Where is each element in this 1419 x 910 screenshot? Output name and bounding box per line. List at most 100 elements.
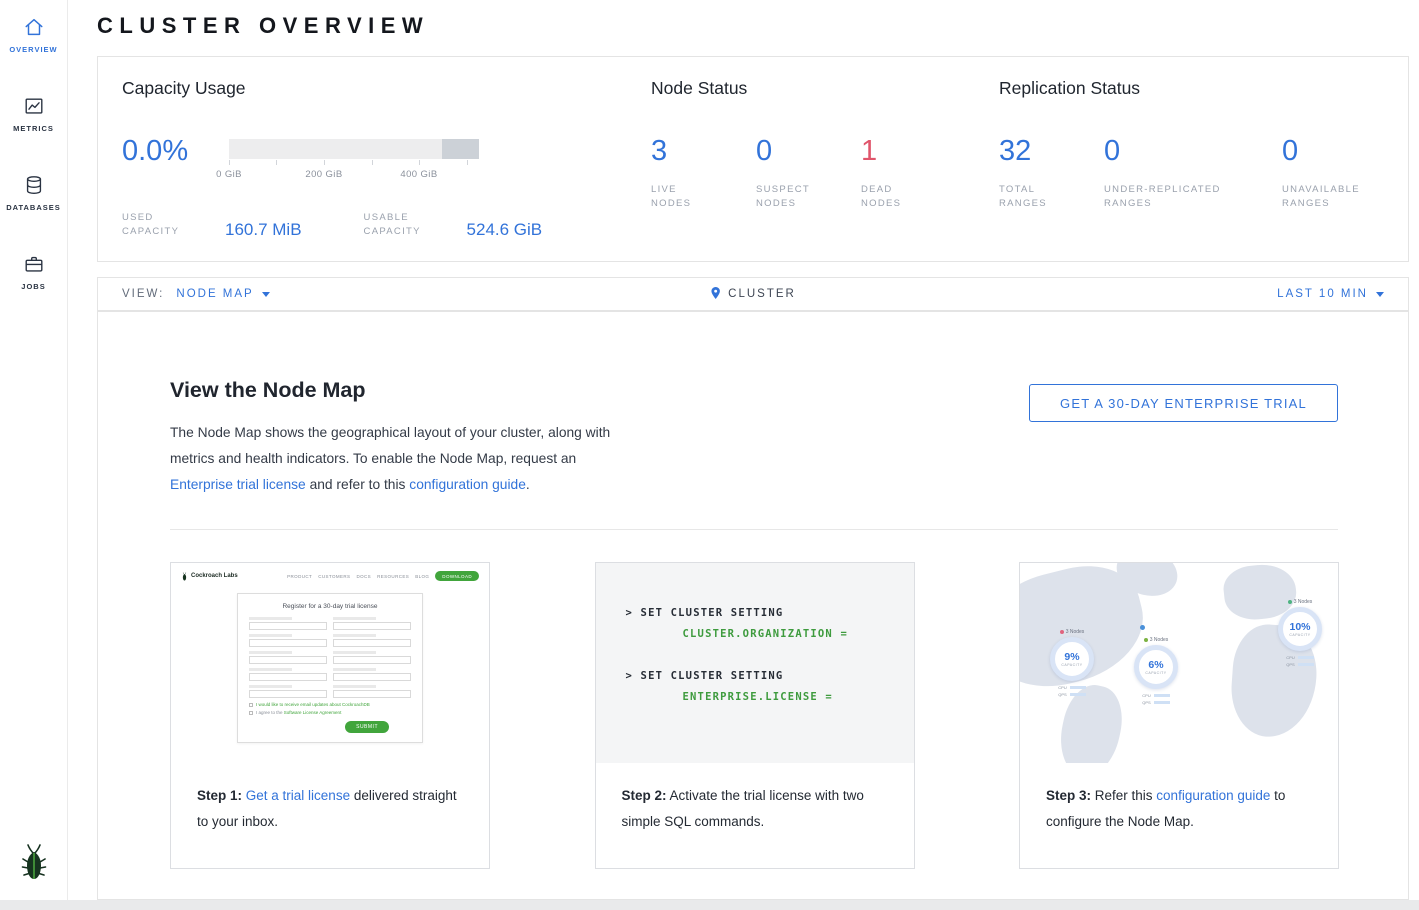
capacity-bar-segment bbox=[442, 139, 479, 159]
sidebar-item-metrics[interactable]: METRICS bbox=[0, 95, 67, 133]
step-label: Step 2: bbox=[622, 788, 667, 803]
description-text: The Node Map shows the geographical layo… bbox=[170, 425, 610, 466]
node-status-section: Node Status 3 LIVE NODES 0 SUSPECT NODES… bbox=[651, 78, 966, 211]
page-bottom-strip bbox=[0, 900, 1419, 910]
description-text: . bbox=[526, 477, 530, 492]
step-label: Step 3: bbox=[1046, 788, 1091, 803]
view-bar: VIEW: NODE MAP CLUSTER LAST 10 MIN bbox=[97, 277, 1409, 311]
unavailable-ranges-stat: 0 UNAVAILABLE RANGES bbox=[1282, 136, 1412, 211]
used-capacity-value: 160.7 MiB bbox=[225, 220, 302, 240]
database-icon bbox=[23, 174, 45, 196]
code-line: CLUSTER.ORGANIZATION = bbox=[683, 628, 914, 640]
node-status-title: Node Status bbox=[651, 78, 966, 99]
capacity-gauge: 10% CAPACITY bbox=[1278, 607, 1322, 651]
suspect-nodes-stat: 0 SUSPECT NODES bbox=[756, 136, 861, 211]
briefcase-icon bbox=[23, 253, 45, 275]
under-replicated-ranges-value: 0 bbox=[1104, 136, 1282, 166]
chevron-down-icon bbox=[262, 292, 270, 297]
mock-agreement-text: I agree to the Software License Agreemen… bbox=[256, 710, 341, 715]
capacity-usage-title: Capacity Usage bbox=[122, 78, 542, 99]
locality-badge: 3 Nodes 6% CAPACITY CPU QPS bbox=[1128, 637, 1184, 706]
view-selector-value: NODE MAP bbox=[176, 288, 253, 300]
replication-status-title: Replication Status bbox=[999, 78, 1412, 99]
step-3-card: 3 Nodes 9% CAPACITY CPU QPS 3 Nodes bbox=[1019, 562, 1339, 869]
enterprise-trial-button[interactable]: GET A 30-DAY ENTERPRISE TRIAL bbox=[1029, 384, 1338, 422]
mock-site-nav: PRODUCTCUSTOMERSDOCSRESOURCESBLOG DOWNLO… bbox=[287, 571, 479, 581]
configuration-guide-link[interactable]: configuration guide bbox=[409, 477, 526, 492]
step-2-caption: Step 2: Activate the trial license with … bbox=[596, 763, 914, 855]
time-range-value: LAST 10 MIN bbox=[1277, 288, 1368, 300]
code-line: > SET CLUSTER SETTING bbox=[626, 607, 914, 619]
home-icon bbox=[23, 16, 45, 38]
sidebar-item-label: OVERVIEW bbox=[9, 45, 57, 54]
dead-nodes-value: 1 bbox=[861, 136, 966, 166]
step-1-card: Cockroach Labs PRODUCTCUSTOMERSDOCSRESOU… bbox=[170, 562, 490, 869]
under-replicated-ranges-stat: 0 UNDER-REPLICATED RANGES bbox=[1104, 136, 1282, 211]
mock-submit-button: SUBMIT bbox=[345, 721, 389, 733]
description-text: and refer to this bbox=[310, 477, 406, 492]
page-title: CLUSTER OVERVIEW bbox=[97, 13, 429, 39]
usable-capacity-value: 524.6 GiB bbox=[467, 220, 543, 240]
chart-icon bbox=[23, 95, 45, 117]
time-range-selector[interactable]: LAST 10 MIN bbox=[1277, 288, 1384, 300]
setup-steps: Cockroach Labs PRODUCTCUSTOMERSDOCSRESOU… bbox=[170, 562, 1339, 869]
sidebar-item-jobs[interactable]: JOBS bbox=[0, 253, 67, 291]
sidebar-item-databases[interactable]: DATABASES bbox=[0, 174, 67, 212]
locality-breadcrumb[interactable]: CLUSTER bbox=[710, 286, 796, 303]
axis-tick-label: 200 GiB bbox=[305, 169, 342, 180]
configuration-guide-link[interactable]: configuration guide bbox=[1156, 788, 1270, 803]
sidebar-item-overview[interactable]: OVERVIEW bbox=[0, 16, 67, 54]
capacity-usage-section: Capacity Usage 0.0% 0 GiB 200 GiB 400 Gi… bbox=[122, 78, 542, 239]
usable-capacity-label: USABLE CAPACITY bbox=[364, 211, 449, 239]
mock-download-pill: DOWNLOAD bbox=[435, 571, 479, 581]
axis-tick-label: 400 GiB bbox=[400, 169, 437, 180]
get-trial-license-link[interactable]: Get a trial license bbox=[246, 788, 350, 803]
step-2-card: > SET CLUSTER SETTING CLUSTER.ORGANIZATI… bbox=[595, 562, 915, 869]
enterprise-trial-license-link[interactable]: Enterprise trial license bbox=[170, 477, 306, 492]
step-1-caption: Step 1: Get a trial license delivered st… bbox=[171, 763, 489, 855]
cluster-summary-card: Capacity Usage 0.0% 0 GiB 200 GiB 400 Gi… bbox=[97, 56, 1409, 262]
chevron-down-icon bbox=[1376, 292, 1384, 297]
code-line: ENTERPRISE.LICENSE = bbox=[683, 691, 914, 703]
dead-nodes-label: DEAD NODES bbox=[861, 183, 917, 211]
sidebar-item-label: JOBS bbox=[21, 282, 45, 291]
divider bbox=[170, 529, 1338, 530]
mock-site-logo-text: Cockroach Labs bbox=[191, 573, 238, 579]
location-pin-icon bbox=[710, 286, 721, 303]
capacity-bar-axis: 0 GiB 200 GiB 400 GiB bbox=[229, 159, 479, 187]
dead-nodes-stat: 1 DEAD NODES bbox=[861, 136, 966, 211]
node-map-panel: View the Node Map The Node Map shows the… bbox=[97, 311, 1409, 900]
view-selector[interactable]: VIEW: NODE MAP bbox=[122, 288, 270, 300]
live-nodes-label: LIVE NODES bbox=[651, 183, 707, 211]
capacity-gauge: 6% CAPACITY bbox=[1134, 645, 1178, 689]
step-2-code-snippet: > SET CLUSTER SETTING CLUSTER.ORGANIZATI… bbox=[596, 563, 914, 763]
map-node-dot bbox=[1140, 625, 1145, 630]
capacity-bar-track bbox=[229, 139, 479, 159]
main-content: CLUSTER OVERVIEW Capacity Usage 0.0% 0 G… bbox=[68, 0, 1419, 900]
view-selector-label: VIEW: bbox=[122, 288, 164, 300]
live-nodes-stat: 3 LIVE NODES bbox=[651, 136, 756, 211]
total-ranges-label: TOTAL RANGES bbox=[999, 183, 1055, 211]
step-3-map-preview: 3 Nodes 9% CAPACITY CPU QPS 3 Nodes bbox=[1020, 563, 1338, 763]
live-nodes-value: 3 bbox=[651, 136, 756, 166]
locality-badge: 3 Nodes 10% CAPACITY CPU QPS bbox=[1272, 599, 1328, 668]
step-label: Step 1: bbox=[197, 788, 242, 803]
sidebar: OVERVIEW METRICS DATABASES JOBS bbox=[0, 0, 68, 900]
locality-label: CLUSTER bbox=[728, 288, 796, 300]
capacity-gauge: 9% CAPACITY bbox=[1050, 637, 1094, 681]
capacity-bar-chart: 0 GiB 200 GiB 400 GiB bbox=[229, 136, 479, 187]
mock-checkbox-text: I would like to receive email updates ab… bbox=[256, 702, 370, 707]
used-capacity-percent: 0.0% bbox=[122, 136, 229, 187]
cockroachdb-logo[interactable] bbox=[19, 843, 49, 886]
node-map-title: View the Node Map bbox=[170, 378, 366, 403]
unavailable-ranges-value: 0 bbox=[1282, 136, 1412, 166]
mock-registration-form: Register for a 30-day trial license I wo… bbox=[237, 593, 423, 743]
node-map-description: The Node Map shows the geographical layo… bbox=[170, 420, 632, 498]
under-replicated-ranges-label: UNDER-REPLICATED RANGES bbox=[1104, 183, 1234, 211]
locality-badge: 3 Nodes 9% CAPACITY CPU QPS bbox=[1044, 629, 1100, 698]
sidebar-item-label: DATABASES bbox=[6, 203, 61, 212]
used-capacity-label: USED CAPACITY bbox=[122, 211, 207, 239]
axis-tick-label: 0 GiB bbox=[216, 169, 242, 180]
replication-status-section: Replication Status 32 TOTAL RANGES 0 UND… bbox=[999, 78, 1412, 211]
suspect-nodes-label: SUSPECT NODES bbox=[756, 183, 812, 211]
